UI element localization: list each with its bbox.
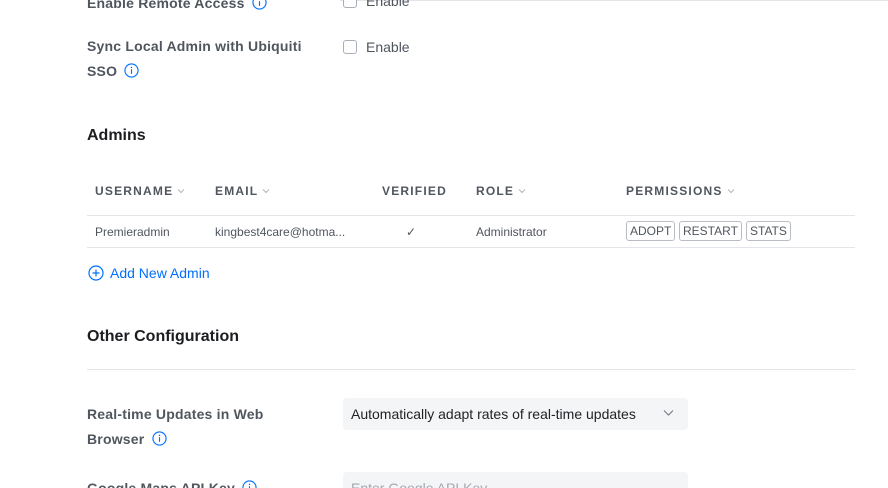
- column-header-username[interactable]: USERNAME: [95, 184, 185, 198]
- sync-sso-checkbox[interactable]: [343, 40, 357, 54]
- sort-caret-icon: [262, 189, 270, 194]
- column-header-verified: VERIFIED: [382, 184, 447, 198]
- table-row-divider: [87, 247, 855, 248]
- google-maps-key-input[interactable]: [343, 472, 688, 488]
- info-icon[interactable]: [252, 0, 267, 10]
- admin-role: Administrator: [476, 225, 547, 239]
- table-header-divider: [87, 215, 855, 216]
- select-value: Automatically adapt rates of real-time u…: [351, 406, 636, 422]
- sort-caret-icon: [177, 189, 185, 194]
- admin-username: Premieradmin: [95, 225, 170, 239]
- top-divider: [340, 0, 888, 1]
- checkbox-label: Enable: [366, 39, 410, 55]
- column-header-email[interactable]: EMAIL: [215, 184, 270, 198]
- remote-access-label: Enable Remote Access: [87, 0, 267, 16]
- permission-tag-restart: RESTART: [679, 221, 742, 241]
- add-new-admin-label: Add New Admin: [110, 265, 210, 281]
- admin-email: kingbest4care@hotma...: [215, 225, 346, 239]
- sync-sso-checkbox-row[interactable]: Enable: [343, 39, 410, 55]
- google-maps-key-label: Google Maps API Key: [87, 476, 257, 488]
- info-icon[interactable]: [151, 431, 167, 446]
- realtime-updates-select[interactable]: Automatically adapt rates of real-time u…: [343, 398, 688, 430]
- add-new-admin-button[interactable]: Add New Admin: [88, 265, 210, 281]
- sort-caret-icon: [518, 189, 526, 194]
- admins-title: Admins: [87, 127, 146, 144]
- section-divider: [87, 369, 855, 370]
- settings-page: Enable Remote Access Enable Sync Local A…: [0, 0, 888, 488]
- column-header-permissions[interactable]: PERMISSIONS: [626, 184, 735, 198]
- chevron-down-icon: [663, 410, 674, 416]
- realtime-updates-label: Real-time Updates in Web Browser: [87, 406, 264, 447]
- sort-caret-icon: [727, 189, 734, 194]
- remote-access-checkbox-row[interactable]: Enable: [343, 0, 410, 9]
- other-configuration-title: Other Configuration: [87, 328, 239, 345]
- sync-sso-label: Sync Local Admin with Ubiquiti SSO: [87, 38, 302, 79]
- remote-access-checkbox[interactable]: [343, 0, 357, 8]
- checkbox-label: Enable: [366, 0, 410, 9]
- column-header-role[interactable]: ROLE: [476, 184, 526, 198]
- info-icon[interactable]: [242, 480, 257, 488]
- permission-tag-stats: STATS: [746, 221, 791, 241]
- plus-circle-icon: [88, 265, 104, 281]
- verified-check-icon: ✓: [406, 225, 417, 239]
- permission-tag-adopt: ADOPT: [626, 221, 676, 241]
- info-icon[interactable]: [124, 63, 139, 78]
